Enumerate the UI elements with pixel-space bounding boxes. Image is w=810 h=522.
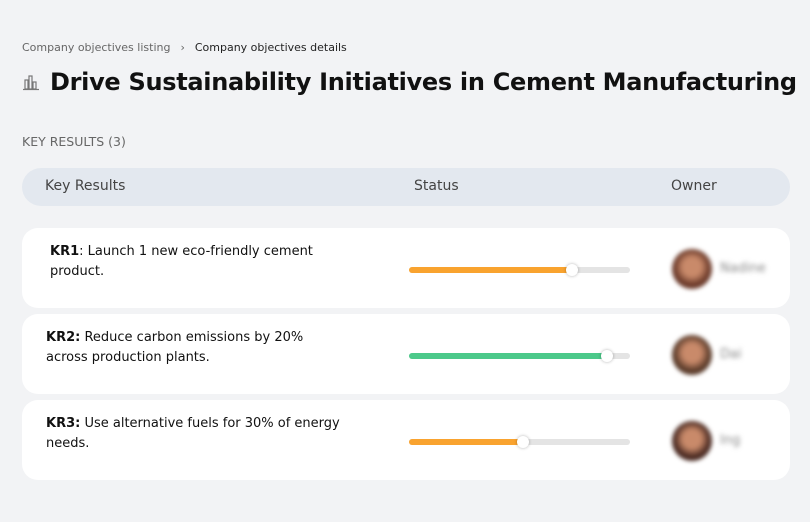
page-header: Drive Sustainability Initiatives in Ceme… <box>22 68 797 96</box>
breadcrumb-link-listing[interactable]: Company objectives listing <box>22 41 170 54</box>
progress-knob[interactable] <box>600 350 613 362</box>
chevron-right-icon: › <box>180 41 185 54</box>
owner-name: Ing <box>720 433 741 448</box>
table-row[interactable]: KR1: Launch 1 new eco-friendly cement pr… <box>22 228 790 308</box>
progress-fill <box>409 350 613 362</box>
progress-fill <box>409 436 529 448</box>
progress-bar <box>409 436 630 448</box>
avatar <box>672 421 712 461</box>
owner-name: Nadine <box>720 261 766 276</box>
key-result-description: : Launch 1 new eco-friendly cement produ… <box>50 244 313 279</box>
header-status: Status <box>414 178 459 194</box>
table-row[interactable]: KR2: Reduce carbon emissions by 20% acro… <box>22 314 790 394</box>
breadcrumb: Company objectives listing › Company obj… <box>22 41 347 54</box>
page-title: Drive Sustainability Initiatives in Ceme… <box>50 68 797 96</box>
key-result-id: KR2: <box>46 330 81 345</box>
table-row[interactable]: KR3: Use alternative fuels for 30% of en… <box>22 400 790 480</box>
header-owner: Owner <box>671 178 717 194</box>
key-results-count: KEY RESULTS (3) <box>22 134 126 149</box>
owner-name: Dai <box>720 347 742 362</box>
key-result-id: KR1 <box>50 244 80 259</box>
key-result-text: KR2: Reduce carbon emissions by 20% acro… <box>46 328 346 368</box>
progress-knob[interactable] <box>565 264 578 276</box>
progress-bar <box>409 264 630 276</box>
progress-bar <box>409 350 630 362</box>
key-result-id: KR3: <box>46 416 81 431</box>
key-result-text: KR3: Use alternative fuels for 30% of en… <box>46 414 346 454</box>
table-header: Key Results Status Owner <box>22 168 790 206</box>
progress-knob[interactable] <box>516 436 529 448</box>
key-result-text: KR1: Launch 1 new eco-friendly cement pr… <box>50 242 350 282</box>
key-result-description: Reduce carbon emissions by 20% across pr… <box>46 330 304 365</box>
avatar <box>672 335 712 375</box>
progress-fill <box>409 264 578 276</box>
header-key-results: Key Results <box>45 178 126 194</box>
building-chart-icon <box>23 75 39 91</box>
breadcrumb-current: Company objectives details <box>194 41 347 54</box>
key-result-description: Use alternative fuels for 30% of energy … <box>46 416 340 451</box>
avatar <box>672 249 712 289</box>
